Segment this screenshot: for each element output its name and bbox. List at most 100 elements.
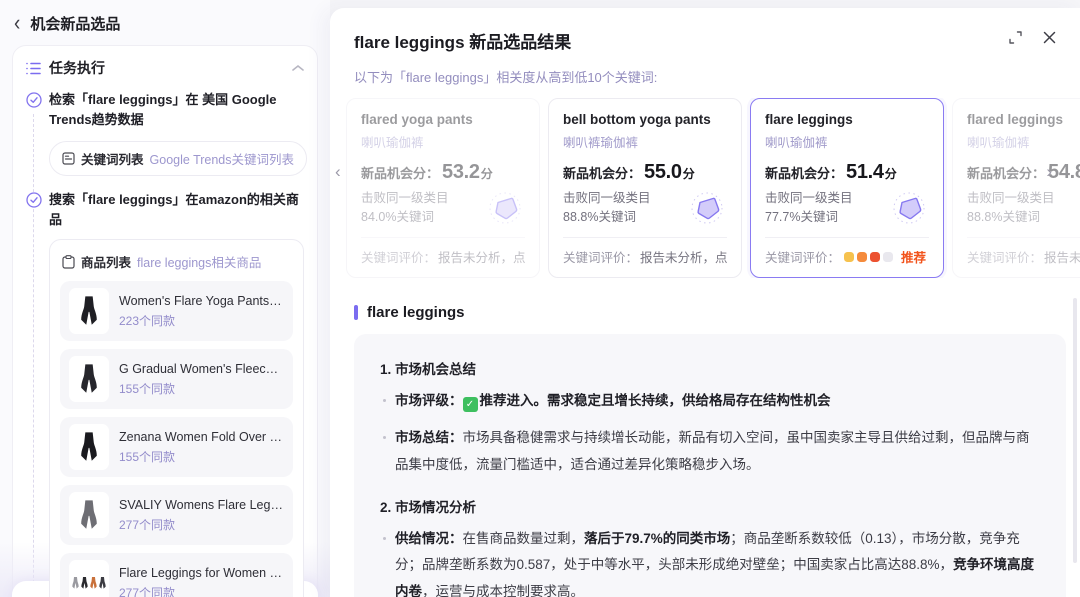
product-title: Zenana Women Fold Over Waist Cot...: [119, 430, 284, 444]
flare-pants-icon: [69, 356, 109, 402]
rating-dot: [844, 252, 854, 262]
bullet-text: 市场评级：✓推荐进入。需求稳定且增长持续，供给格局存在结构性机会: [395, 388, 831, 414]
product-title: SVALIY Womens Flare Leggings Yog...: [119, 498, 284, 512]
document-icon: [62, 152, 75, 165]
recommend-tag: 推荐: [901, 247, 926, 266]
keyword-cards: flared yoga pants 喇叭瑜伽裤 新品机会分： 53.2 分 击败…: [346, 98, 1080, 278]
carousel-prev-icon[interactable]: ‹: [335, 162, 341, 182]
product-list-item[interactable]: Women's Flare Yoga Pants with Poc... 223…: [60, 281, 293, 341]
page-title: flare leggings 新品选品结果: [354, 28, 1008, 53]
product-list-item[interactable]: G Gradual Women's Fleece Lined Pa... 155…: [60, 349, 293, 409]
keyword-list-pill[interactable]: 关键词列表 Google Trends关键词列表: [49, 141, 307, 176]
expand-icon[interactable]: [1008, 30, 1023, 45]
keyword-name: flared yoga pants: [361, 112, 525, 127]
beat-percent-text: 击败同一级类目84.0%关键词: [361, 189, 479, 228]
task-step-1: 检索「flare leggings」在 美国 Google Trends趋势数据: [26, 90, 304, 129]
keyword-card[interactable]: flared yoga pants 喇叭瑜伽裤 新品机会分： 53.2 分 击败…: [346, 98, 540, 278]
task-step-2: 搜索「flare leggings」在amazon的相关商品: [26, 190, 304, 229]
report-bullet: 市场总结：市场具备稳健需求与持续增长动能，新品有切入空间，虽中国卖家主导且供给过…: [380, 425, 1040, 478]
card-divider: [563, 237, 727, 238]
product-same-count: 277个同款: [119, 584, 284, 597]
main-header: flare leggings 新品选品结果: [330, 8, 1080, 53]
product-title: Women's Flare Yoga Pants with Poc...: [119, 294, 284, 308]
score-label: 新品机会分：: [765, 163, 843, 182]
keyword-name: flare leggings: [765, 112, 929, 127]
task-step-text: 检索「flare leggings」在 美国 Google Trends趋势数据: [49, 90, 304, 129]
eval-value[interactable]: 报告未分析，点击分析: [1044, 247, 1080, 266]
eval-value[interactable]: 报告未分析，点击分析: [640, 247, 727, 266]
product-same-count: 277个同款: [119, 516, 284, 533]
sidebar-header: ‹ 机会新品选品: [0, 0, 330, 43]
product-list-header: 商品列表 flare leggings相关商品: [62, 252, 291, 271]
score-value: 51.4: [846, 161, 884, 184]
radar-gem-icon: [687, 188, 727, 228]
keyword-name: bell bottom yoga pants: [563, 112, 727, 127]
radar-gem-icon: [485, 188, 525, 228]
task-panel-title: 任务执行: [49, 58, 284, 78]
card-divider: [967, 237, 1080, 238]
product-same-count: 155个同款: [119, 448, 284, 465]
bullet-text: 市场总结：市场具备稳健需求与持续增长动能，新品有切入空间，虽中国卖家主导且供给过…: [395, 425, 1040, 478]
keyword-name-cn: 喇叭瑜伽裤: [765, 132, 929, 151]
beat-percent-text: 击败同一级类目88.8%关键词: [967, 189, 1080, 228]
keyword-name-cn: 喇叭瑜伽裤: [967, 132, 1080, 151]
carousel-next-icon[interactable]: ›: [1046, 162, 1052, 182]
flare-pants-icon: [69, 288, 109, 334]
report-section-title: 1. 市场机会总结: [380, 358, 1040, 378]
task-step-text: 搜索「flare leggings」在amazon的相关商品: [49, 190, 304, 229]
sidebar-title: 机会新品选品: [30, 13, 120, 34]
product-list-item[interactable]: Flare Leggings for Women Fold Over... 27…: [60, 553, 293, 597]
clipboard-icon: [62, 255, 75, 269]
card-divider: [361, 237, 525, 238]
eval-label: 关键词评价：: [563, 247, 638, 266]
back-icon[interactable]: ‹: [14, 13, 20, 35]
score-label: 新品机会分：: [361, 163, 439, 182]
keyword-card[interactable]: flare leggings 喇叭瑜伽裤 新品机会分： 51.4 分 击败同一级…: [750, 98, 944, 278]
check-circle-icon: [26, 192, 42, 208]
product-list-item[interactable]: SVALIY Womens Flare Leggings Yog... 277个…: [60, 485, 293, 545]
score-value: 54.8: [1048, 161, 1080, 184]
flare-pants-icon: [69, 424, 109, 470]
eval-label: 关键词评价：: [967, 247, 1042, 266]
score-value: 53.2: [442, 161, 480, 184]
check-emoji-icon: ✓: [463, 397, 478, 412]
section-header: flare leggings: [330, 278, 1080, 321]
scrollbar-thumb[interactable]: [1073, 298, 1077, 563]
score-label: 新品机会分：: [563, 163, 641, 182]
bullet-dot: [383, 399, 386, 402]
main-panel: flare leggings 新品选品结果 以下为「flare leggings…: [330, 8, 1080, 597]
eval-label: 关键词评价：: [765, 247, 840, 266]
eval-rating-dots: [844, 252, 893, 262]
section-accent-bar: [354, 305, 358, 320]
bullet-text: 供给情况：在售商品数量过剩，落后于79.7%的同类市场；商品垄断系数较低（0.1…: [395, 526, 1040, 597]
sidebar: ‹ 机会新品选品 任务执行 检索「flare leggings」在 美国 Goo…: [0, 0, 330, 597]
report-box: 1. 市场机会总结市场评级：✓推荐进入。需求稳定且增长持续，供给格局存在结构性机…: [354, 334, 1066, 597]
task-steps: 检索「flare leggings」在 美国 Google Trends趋势数据…: [26, 90, 304, 597]
report-bullet: 供给情况：在售商品数量过剩，落后于79.7%的同类市场；商品垄断系数较低（0.1…: [380, 526, 1040, 597]
beat-percent-text: 击败同一级类目77.7%关键词: [765, 189, 883, 228]
eval-value[interactable]: 报告未分析，点击分析: [438, 247, 525, 266]
collapse-icon[interactable]: [292, 64, 304, 72]
product-list-item[interactable]: Zenana Women Fold Over Waist Cot... 155个…: [60, 417, 293, 477]
product-list: 商品列表 flare leggings相关商品 Women's Flare Yo…: [49, 239, 304, 597]
product-list-label: 商品列表: [81, 252, 131, 271]
timeline-connector: [33, 114, 34, 597]
product-title: Flare Leggings for Women Fold Over...: [119, 566, 284, 580]
rating-dot: [870, 252, 880, 262]
subtitle: 以下为「flare leggings」相关度从高到低10个关键词:: [330, 53, 1080, 86]
score-unit: 分: [481, 165, 493, 182]
keyword-card[interactable]: bell bottom yoga pants 喇叭裤瑜伽裤 新品机会分： 55.…: [548, 98, 742, 278]
task-panel: 任务执行 检索「flare leggings」在 美国 Google Trend…: [12, 45, 318, 597]
eval-label: 关键词评价：: [361, 247, 436, 266]
keyword-name-cn: 喇叭裤瑜伽裤: [563, 132, 727, 151]
close-icon[interactable]: [1043, 31, 1056, 44]
artifact-pill-wrap: 关键词列表 Google Trends关键词列表: [49, 139, 304, 190]
keyword-card[interactable]: flared leggings 喇叭瑜伽裤 新品机会分： 54.8 分 击败同一…: [952, 98, 1080, 278]
task-panel-header: 任务执行: [26, 58, 304, 78]
card-divider: [765, 237, 929, 238]
product-items: Women's Flare Yoga Pants with Poc... 223…: [60, 281, 293, 597]
report-section-title: 2. 市场情况分析: [380, 496, 1040, 516]
beat-percent-text: 击败同一级类目88.8%关键词: [563, 189, 681, 228]
flare-pants-icon: [69, 492, 109, 538]
product-list-wrap: 商品列表 flare leggings相关商品 Women's Flare Yo…: [49, 239, 304, 597]
